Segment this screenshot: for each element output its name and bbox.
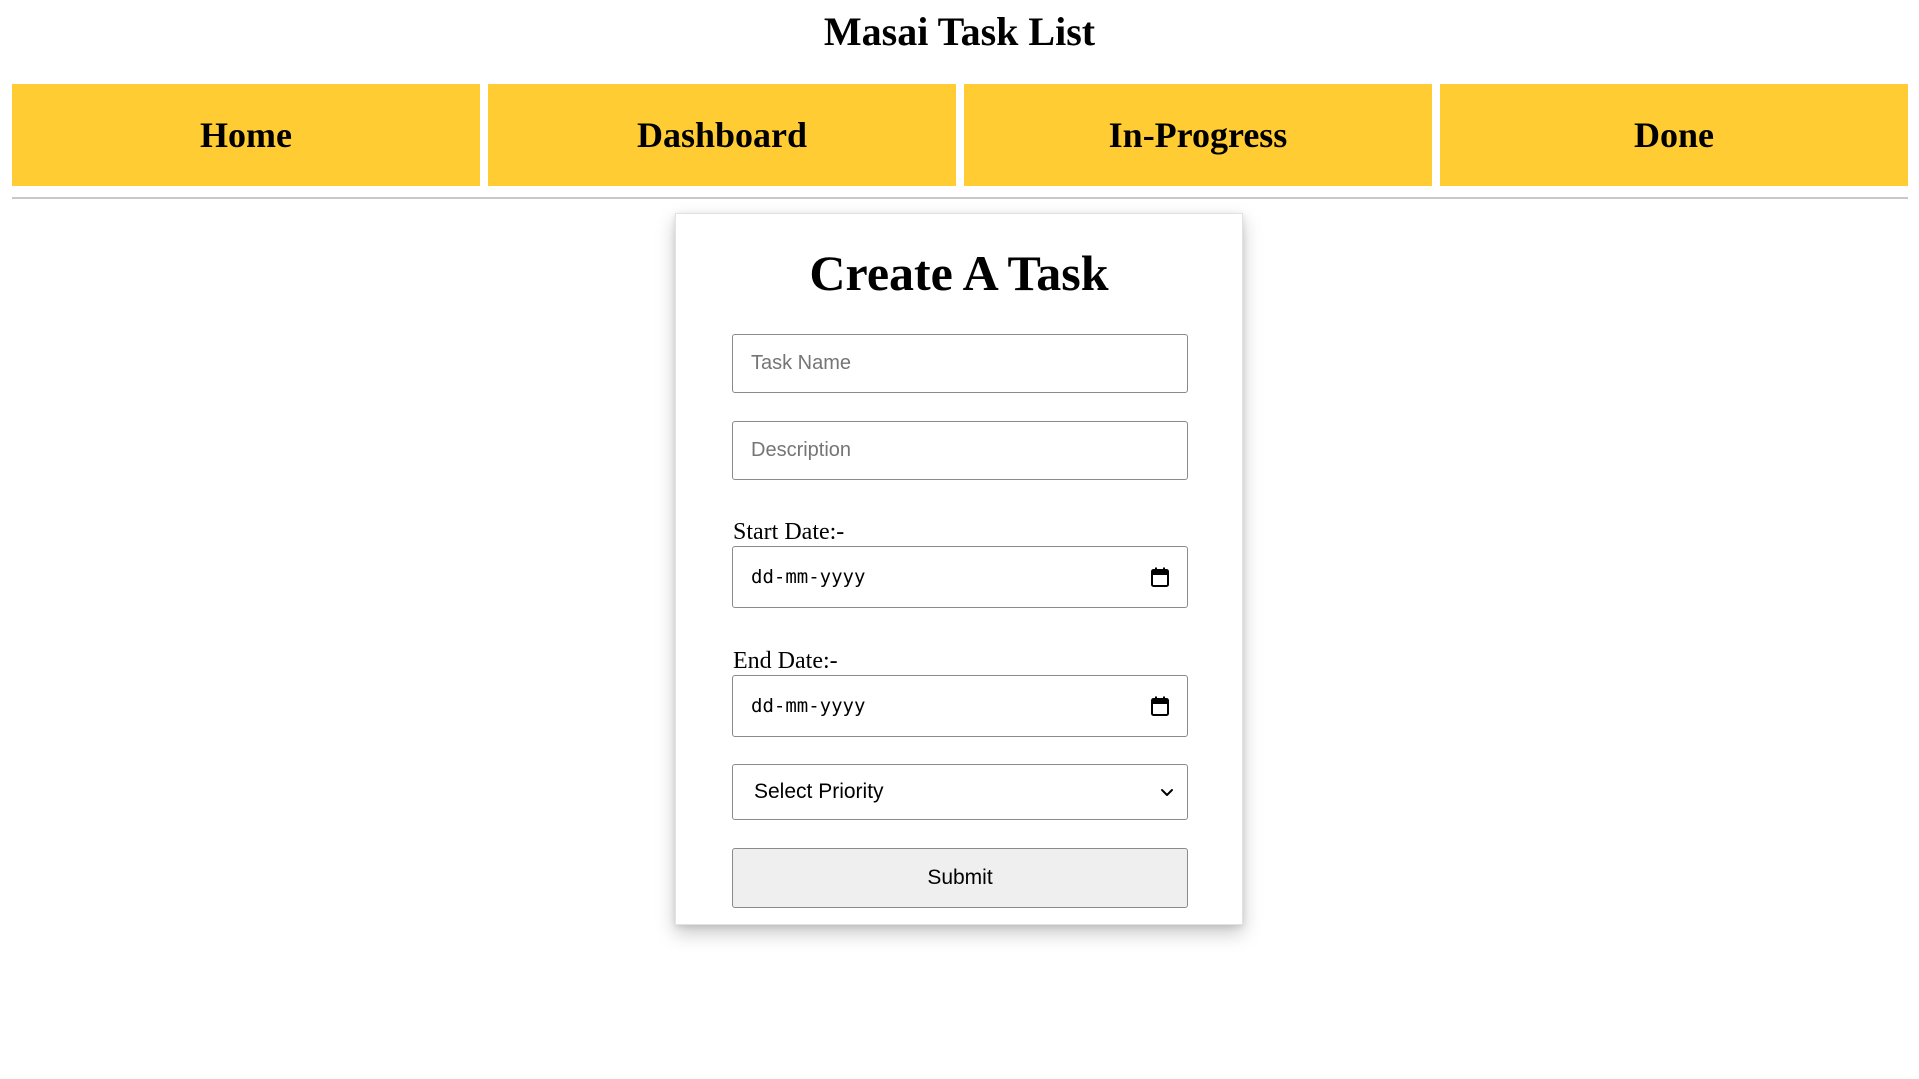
- nav-home[interactable]: Home: [12, 84, 480, 186]
- priority-select[interactable]: Select Priority: [732, 764, 1188, 820]
- divider: [12, 197, 1908, 199]
- end-date-value: dd-mm-yyyy: [751, 695, 866, 717]
- task-name-input[interactable]: [732, 334, 1188, 393]
- form-title: Create A Task: [809, 245, 1109, 301]
- nav-dashboard[interactable]: Dashboard: [488, 84, 956, 186]
- submit-button[interactable]: Submit: [732, 848, 1188, 908]
- calendar-icon[interactable]: [1151, 696, 1169, 716]
- app-title: Masai Task List: [823, 9, 1096, 54]
- end-date-input[interactable]: dd-mm-yyyy: [732, 675, 1188, 737]
- navbar: Home Dashboard In-Progress Done: [12, 84, 1908, 186]
- end-date-label: End Date:-: [733, 648, 838, 674]
- nav-in-progress[interactable]: In-Progress: [964, 84, 1432, 186]
- priority-select-value: Select Priority: [754, 780, 884, 803]
- description-input[interactable]: [732, 421, 1188, 480]
- chevron-down-icon: [1161, 789, 1173, 796]
- calendar-icon[interactable]: [1151, 567, 1169, 587]
- start-date-label: Start Date:-: [733, 519, 845, 545]
- start-date-input[interactable]: dd-mm-yyyy: [732, 546, 1188, 608]
- nav-done[interactable]: Done: [1440, 84, 1908, 186]
- start-date-value: dd-mm-yyyy: [751, 566, 866, 588]
- create-task-form: Create A Task Start Date:- dd-mm-yyyy En…: [675, 213, 1243, 925]
